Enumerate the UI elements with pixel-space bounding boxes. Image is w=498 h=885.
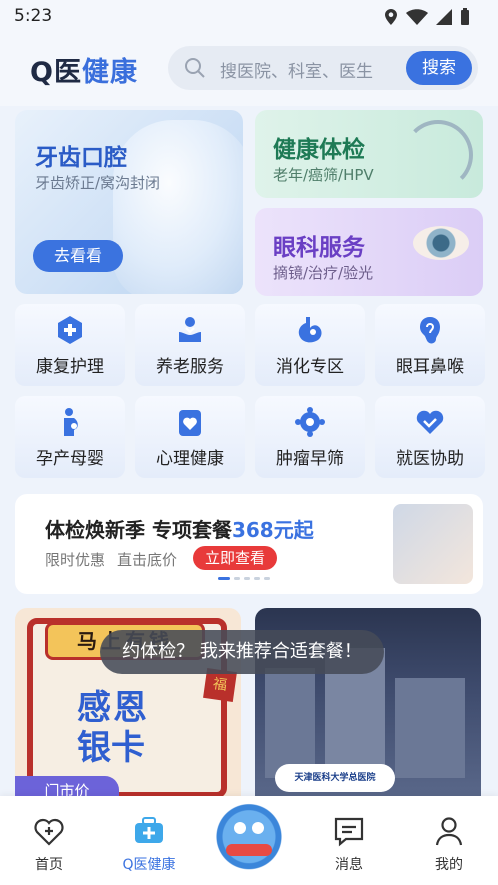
user-icon [435, 817, 463, 846]
grid-item-mental[interactable]: 心理健康 [135, 396, 245, 478]
grid-label: 孕产母婴 [36, 449, 104, 469]
app-header: Q医健康 搜医院、科室、医生 搜索 [0, 34, 498, 106]
mascot-eye [234, 822, 246, 834]
grid-label: 肿瘤早筛 [276, 449, 344, 469]
search-icon [185, 58, 205, 78]
banner-price: 368元起 [231, 518, 314, 542]
grid-label: 就医协助 [396, 449, 464, 469]
tab-qyi-health[interactable]: Q医健康 [104, 814, 194, 874]
tab-home[interactable]: 首页 [4, 814, 94, 874]
eye-subtitle: 摘镜/治疗/验光 [273, 264, 374, 282]
tab-profile[interactable]: 我的 [404, 814, 494, 874]
promo-line-2: 银卡 [77, 728, 145, 768]
grid-item-elderly[interactable]: 养老服务 [135, 304, 245, 386]
banner-tag-1: 限时优惠 [45, 551, 106, 569]
carousel-dot [218, 577, 230, 580]
stomach-icon [298, 317, 322, 343]
mascot-scarf [226, 844, 272, 856]
status-time: 5:23 [14, 6, 53, 26]
logo-q: Q [30, 57, 54, 88]
location-icon [385, 9, 397, 25]
grid-item-medical-assist[interactable]: 就医协助 [375, 396, 485, 478]
promo-price-tag: 门市价 [15, 776, 119, 796]
mascot-eye [252, 822, 264, 834]
app-logo: Q医健康 [30, 50, 138, 89]
building-shape [265, 668, 315, 778]
grid-label: 眼耳鼻喉 [396, 357, 464, 377]
eye-title: 眼科服务 [273, 235, 365, 261]
carousel-dot [234, 577, 240, 580]
grid-item-ent[interactable]: 眼耳鼻喉 [375, 304, 485, 386]
grid-label: 消化专区 [276, 357, 344, 377]
grid-item-digestive[interactable]: 消化专区 [255, 304, 365, 386]
message-icon [334, 817, 364, 847]
battery-icon [461, 8, 469, 25]
wifi-icon [406, 9, 428, 25]
status-icons [384, 8, 470, 26]
checkup-subtitle: 老年/癌筛/HPV [273, 166, 374, 184]
maternity-icon [64, 408, 78, 436]
stethoscope-image [403, 120, 473, 190]
eye-image [413, 226, 469, 260]
search-bar[interactable]: 搜医院、科室、医生 搜索 [168, 46, 478, 90]
assistant-mascot[interactable] [212, 796, 286, 870]
grid-label: 养老服务 [156, 357, 224, 377]
building-shape [395, 678, 465, 778]
grid-item-cancer-screening[interactable]: 肿瘤早筛 [255, 396, 365, 478]
checkup-title: 健康体检 [273, 137, 365, 163]
banner-tag-2: 直击底价 [117, 551, 178, 569]
carousel-dots [218, 577, 270, 580]
promo-banner[interactable]: 体检焕新季 专项套餐368元起 限时优惠 直击底价 立即查看 [15, 494, 483, 594]
tooth-image [113, 120, 243, 294]
tab-label: 我的 [435, 857, 463, 873]
carousel-dot [244, 577, 250, 580]
search-input[interactable]: 搜医院、科室、医生 [220, 57, 373, 82]
assistant-tooltip[interactable]: 约体检？ 我来推荐合适套餐！ [100, 630, 384, 674]
tab-messages[interactable]: 消息 [304, 814, 394, 874]
family-photo [393, 504, 473, 584]
grid-item-rehab[interactable]: 康复护理 [15, 304, 125, 386]
rehab-cross-icon [58, 316, 82, 344]
dental-go-button[interactable]: 去看看 [33, 240, 123, 272]
signal-icon [436, 9, 452, 25]
dental-title: 牙齿口腔 [35, 145, 127, 171]
carousel-dot [264, 577, 270, 580]
dental-subtitle: 牙齿矫正/窝沟封闭 [35, 174, 161, 192]
cell-icon [295, 407, 325, 437]
carousel-dot [254, 577, 260, 580]
handshake-icon [416, 410, 444, 434]
ear-icon [420, 317, 440, 344]
checkup-card[interactable]: 健康体检 老年/癌筛/HPV [255, 110, 483, 198]
tab-label: Q医健康 [122, 857, 176, 873]
grid-label: 心理健康 [156, 449, 224, 469]
banner-title: 体检焕新季 专项套餐368元起 [45, 514, 314, 543]
eye-card[interactable]: 眼科服务 摘镜/治疗/验光 [255, 208, 483, 296]
home-content[interactable]: 牙齿口腔 牙齿矫正/窝沟封闭 去看看 健康体检 老年/癌筛/HPV 眼科服务 摘… [0, 106, 498, 796]
banner-cta-button[interactable]: 立即查看 [193, 546, 277, 570]
elderly-care-icon [179, 317, 201, 342]
search-button[interactable]: 搜索 [406, 51, 472, 85]
dental-card[interactable]: 牙齿口腔 牙齿矫正/窝沟封闭 去看看 [15, 110, 243, 294]
medkit-icon [135, 817, 163, 843]
grid-item-maternity[interactable]: 孕产母婴 [15, 396, 125, 478]
grid-label: 康复护理 [36, 357, 104, 377]
tab-label: 首页 [35, 857, 63, 873]
hospital-badge: 天津医科大学总医院 [275, 764, 395, 792]
logo-yi: 医 [53, 57, 82, 88]
tab-label: 消息 [335, 857, 363, 873]
banner-title-text: 体检焕新季 专项套餐 [45, 518, 232, 542]
heart-card-icon [179, 410, 201, 436]
status-bar: 5:23 [0, 0, 498, 34]
home-heart-icon [34, 818, 64, 846]
logo-health: 健康 [81, 57, 138, 88]
